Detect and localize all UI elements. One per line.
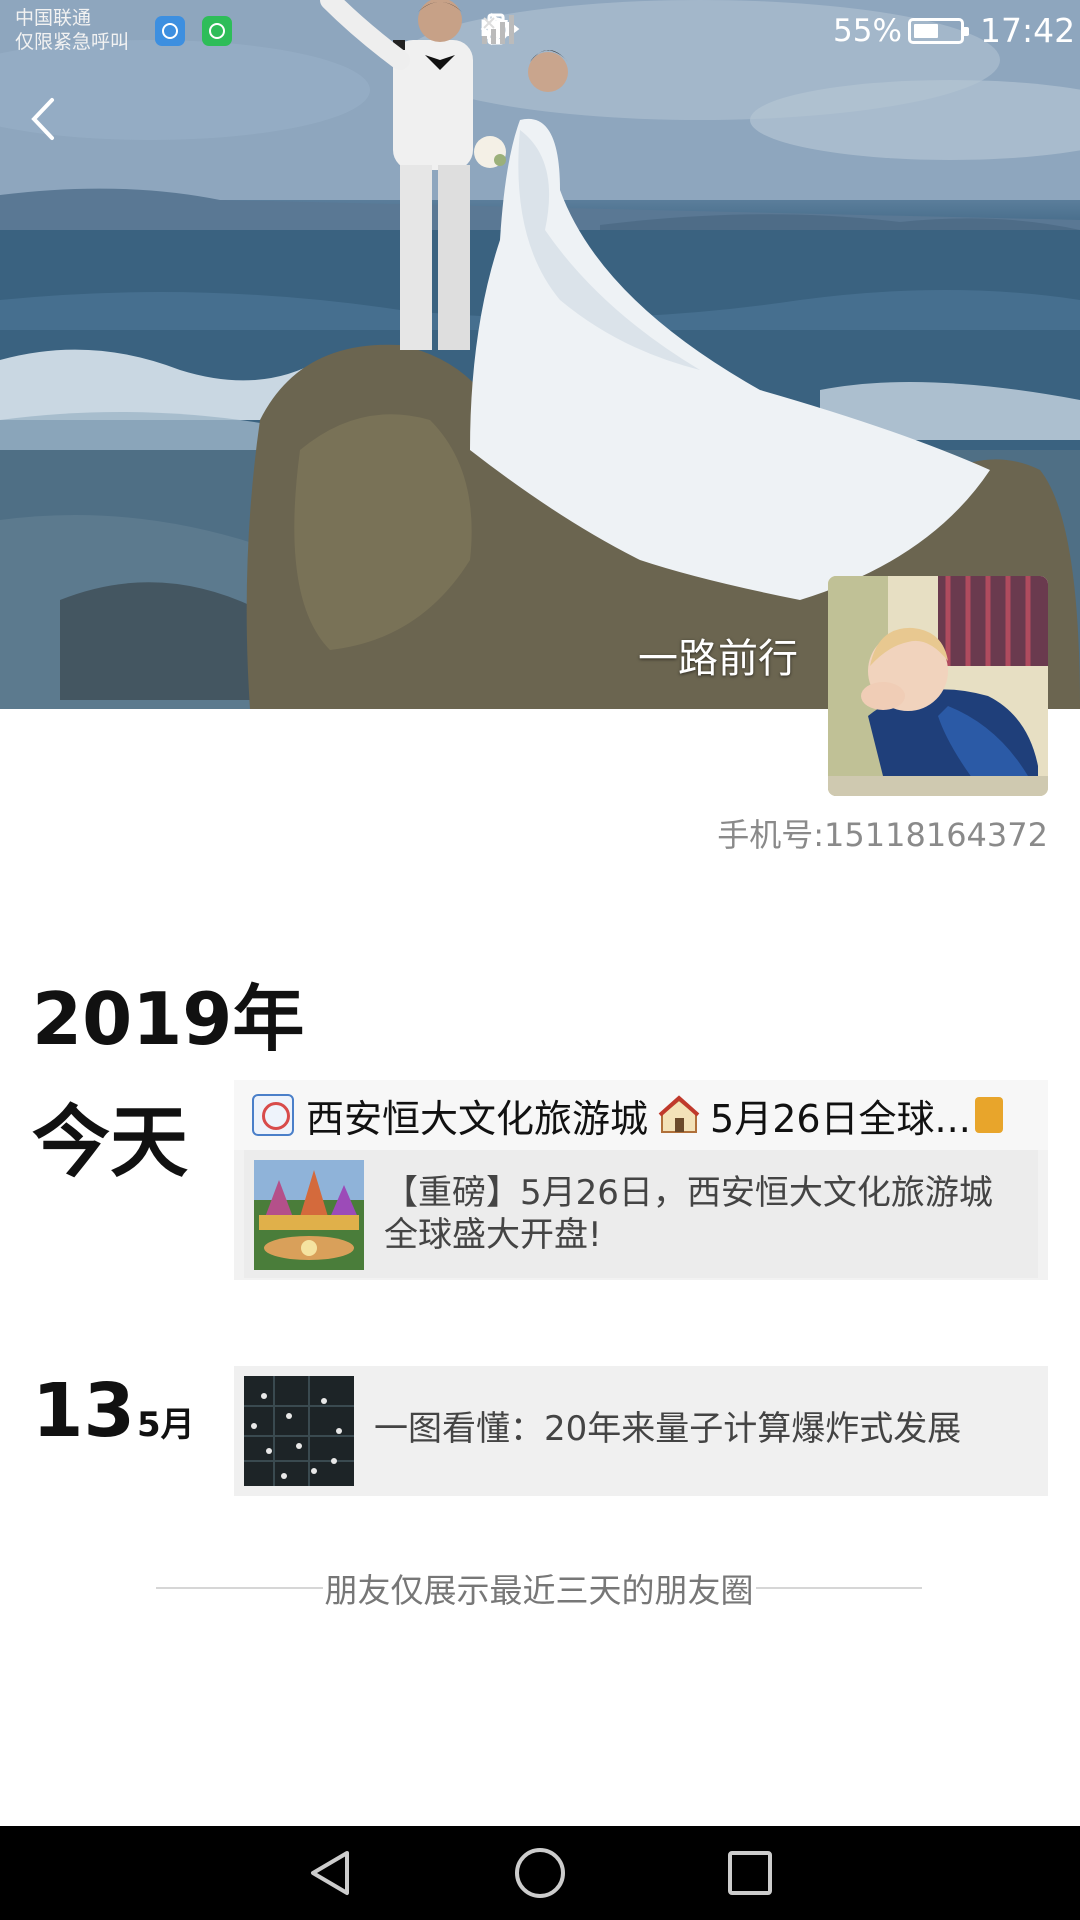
ferris-wheel-icon [252, 1094, 294, 1136]
username: 一路前行 [638, 636, 798, 682]
nav-home-icon [515, 1848, 565, 1898]
no-signal-icon [482, 15, 514, 44]
system-navigation-bar [0, 1826, 1080, 1920]
timeline-year: 2019年 [32, 977, 305, 1061]
back-arrow-icon [31, 98, 54, 140]
avatar[interactable] [828, 576, 1048, 796]
date-label: 135月 [32, 1368, 195, 1454]
battery-percent: 55% [833, 13, 902, 49]
date-label-today: 今天 [32, 1098, 189, 1188]
moments-limit-note: 朋友仅展示最近三天的朋友圈 [156, 1568, 922, 1610]
nav-home-button[interactable] [480, 1826, 600, 1920]
date-month: 5月 [136, 1405, 195, 1445]
gift-icon [974, 1097, 1003, 1133]
back-button[interactable] [28, 96, 72, 156]
shared-link[interactable]: 【重磅】5月26日，西安恒大文化旅游城全球盛大开盘! [244, 1150, 1038, 1278]
house-icon [658, 1094, 700, 1136]
battery-icon [908, 18, 969, 44]
timeline-post[interactable]: 一图看懂：20年来量子计算爆炸式发展 [234, 1366, 1048, 1496]
shared-link[interactable]: 一图看懂：20年来量子计算爆炸式发展 [234, 1366, 1048, 1496]
nav-back-button[interactable] [270, 1826, 390, 1920]
battery-fill [914, 24, 938, 38]
nav-recent-icon [728, 1851, 772, 1895]
divider-line [156, 1587, 323, 1589]
carrier-status: 仅限紧急呼叫 [15, 31, 130, 53]
post-title-continued: 5月26日全球... [710, 1096, 971, 1141]
phone-number: 手机号:15118164372 [717, 816, 1048, 854]
notification-app-icon [155, 16, 185, 46]
notification-app-icon-2 [202, 16, 232, 46]
avatar-image [828, 576, 1048, 796]
timeline-post[interactable]: 西安恒大文化旅游城 5月26日全球... 【重磅】5月26日，西安恒大文化旅游城… [234, 1080, 1048, 1280]
nav-recent-button[interactable] [690, 1826, 810, 1920]
link-thumbnail [244, 1376, 354, 1486]
carrier-info: 中国联通 仅限紧急呼叫 [15, 6, 129, 54]
link-title: 一图看懂：20年来量子计算爆炸式发展 [374, 1409, 962, 1449]
link-title: 【重磅】5月26日，西安恒大文化旅游城全球盛大开盘! [384, 1173, 993, 1255]
carrier-name: 中国联通 [15, 7, 92, 29]
status-bar: 中国联通 仅限紧急呼叫 H + 55% 17:42 [0, 0, 1080, 60]
date-day: 13 [32, 1368, 135, 1454]
clock: 17:42 [980, 11, 1076, 50]
link-thumbnail [254, 1160, 364, 1270]
nav-back-icon [311, 1851, 349, 1895]
moments-limit-text: 朋友仅展示最近三天的朋友圈 [324, 1571, 754, 1610]
divider-line [755, 1587, 922, 1589]
post-text[interactable]: 西安恒大文化旅游城 5月26日全球... [234, 1080, 1048, 1150]
post-title: 西安恒大文化旅游城 [306, 1096, 649, 1141]
